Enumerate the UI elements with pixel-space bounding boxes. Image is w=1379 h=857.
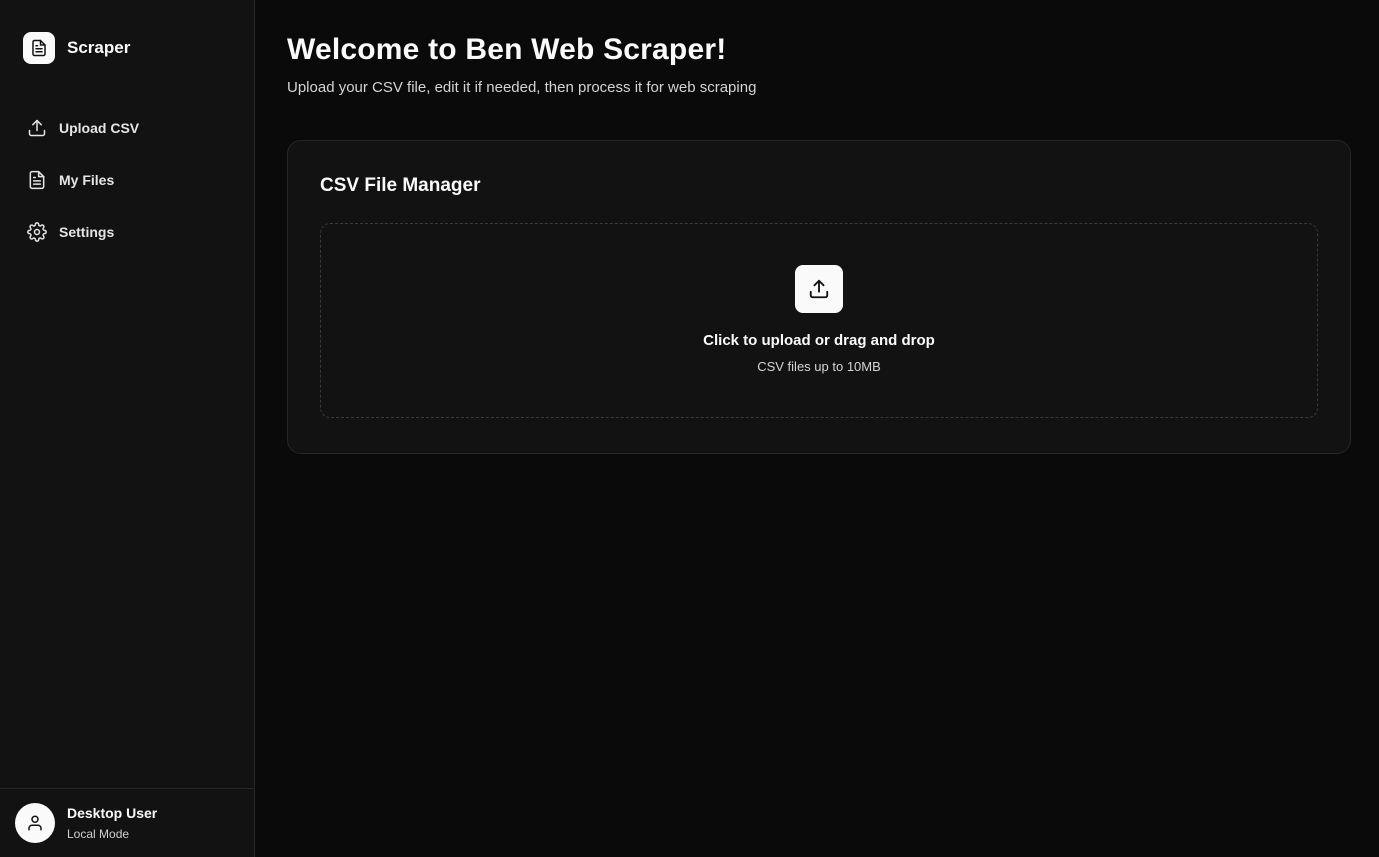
- brand-name: Scraper: [67, 37, 131, 57]
- page-title: Welcome to Ben Web Scraper!: [287, 33, 727, 66]
- upload-dropzone[interactable]: Click to upload or drag and drop CSV fil…: [320, 223, 1318, 418]
- dropzone-secondary-text: CSV files up to 10MB: [757, 359, 881, 374]
- sidebar-item-my-files[interactable]: My Files: [12, 160, 242, 200]
- sidebar-item-label: Settings: [59, 224, 115, 240]
- gear-icon: [27, 222, 47, 242]
- user-profile[interactable]: Desktop User Local Mode: [0, 788, 254, 857]
- user-mode: Local Mode: [67, 827, 130, 841]
- brand[interactable]: Scraper: [0, 0, 254, 95]
- page-subtitle: Upload your CSV file, edit it if needed,…: [287, 79, 757, 96]
- upload-icon: [27, 118, 47, 138]
- main-content: Welcome to Ben Web Scraper! Upload your …: [255, 0, 1379, 857]
- sidebar-item-settings[interactable]: Settings: [12, 212, 242, 252]
- user-meta: Desktop User Local Mode: [67, 805, 157, 841]
- upload-icon: [795, 265, 843, 313]
- dropzone-primary-text: Click to upload or drag and drop: [703, 332, 935, 349]
- csv-file-manager-card: CSV File Manager Click to upload or drag…: [287, 140, 1351, 454]
- user-icon: [15, 803, 55, 843]
- app-root: Scraper Upload CSV My Files Settings Des…: [0, 0, 1379, 857]
- card-title: CSV File Manager: [320, 175, 481, 196]
- file-text-icon: [23, 31, 55, 64]
- sidebar-item-label: Upload CSV: [59, 120, 140, 136]
- file-icon: [27, 170, 47, 190]
- sidebar-item-label: My Files: [59, 172, 115, 188]
- sidebar-item-upload-csv[interactable]: Upload CSV: [12, 108, 242, 148]
- sidebar-nav: Upload CSV My Files Settings: [0, 95, 254, 264]
- user-name: Desktop User: [67, 805, 158, 821]
- sidebar: Scraper Upload CSV My Files Settings Des…: [0, 0, 255, 857]
